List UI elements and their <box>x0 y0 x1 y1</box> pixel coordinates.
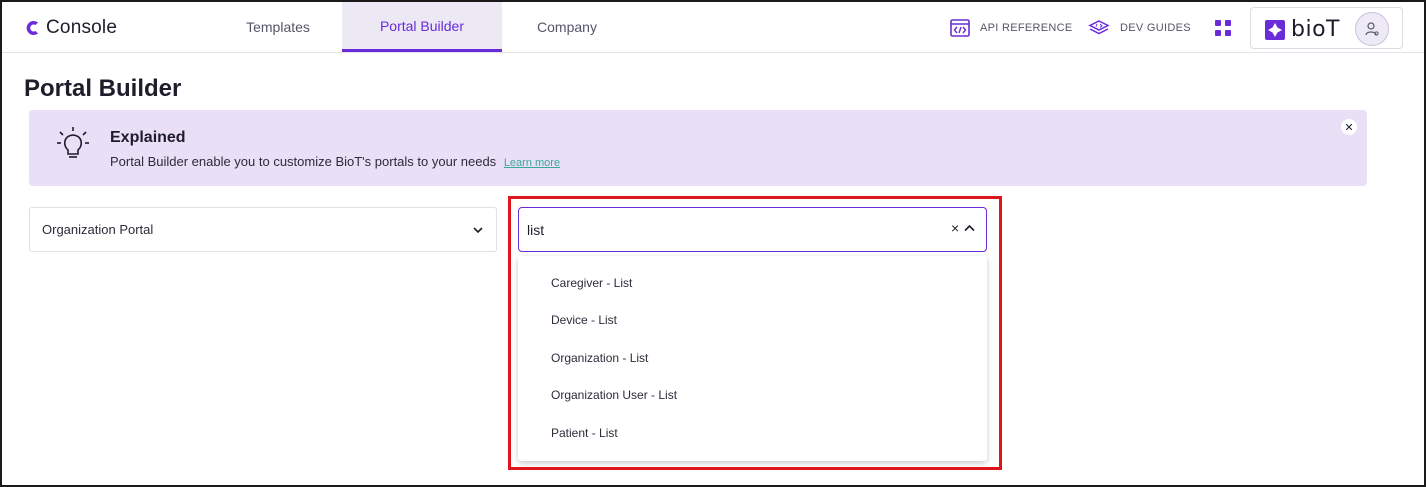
biot-logo-icon <box>1265 19 1285 40</box>
tab-portal-builder[interactable]: Portal Builder <box>342 2 502 52</box>
biot-logo: bioT <box>1265 17 1340 42</box>
code-window-icon <box>950 19 970 37</box>
portal-select-value: Organization Portal <box>42 222 154 237</box>
search-results-dropdown: Caregiver - List Device - List Organizat… <box>518 256 987 461</box>
brand-name: bioT <box>1291 17 1340 42</box>
tab-portal-builder-label: Portal Builder <box>379 17 465 34</box>
dev-guides-link[interactable]: DEV GUIDES <box>1088 16 1191 40</box>
list-item[interactable]: Patient - List <box>518 414 987 451</box>
list-item[interactable]: Caregiver - List <box>518 264 987 301</box>
search-input[interactable] <box>527 220 927 240</box>
list-item[interactable]: Organization - List <box>518 339 987 376</box>
banner-text: Portal Builder enable you to customize B… <box>110 154 560 169</box>
lightbulb-icon <box>57 127 89 158</box>
api-reference-link[interactable]: API REFERENCE <box>950 16 1073 40</box>
app-name: Console <box>46 17 118 38</box>
chevron-up-icon[interactable] <box>963 222 976 235</box>
layers-icon <box>1088 20 1110 35</box>
dev-guides-label: DEV GUIDES <box>1120 22 1191 34</box>
portal-select[interactable]: Organization Portal <box>29 207 497 252</box>
console-logo-icon <box>26 21 38 35</box>
list-item[interactable]: Organization User - List <box>518 376 987 413</box>
apps-grid-icon[interactable] <box>1215 20 1231 36</box>
tab-templates[interactable]: Templates <box>213 2 343 52</box>
close-icon[interactable]: ✕ <box>1341 119 1357 135</box>
tab-templates-label: Templates <box>246 19 310 35</box>
user-icon <box>1365 22 1379 36</box>
user-avatar[interactable] <box>1355 12 1389 46</box>
chevron-down-icon <box>473 227 483 234</box>
tab-company[interactable]: Company <box>502 2 632 52</box>
tab-company-label: Company <box>537 19 597 35</box>
account-box: bioT <box>1250 7 1403 49</box>
banner-title: Explained <box>110 129 186 146</box>
list-item[interactable]: Device - List <box>518 301 987 338</box>
explained-banner: Explained Portal Builder enable you to c… <box>29 110 1367 186</box>
learn-more-link[interactable]: Learn more <box>504 157 560 169</box>
banner-description: Portal Builder enable you to customize B… <box>110 154 497 169</box>
api-reference-label: API REFERENCE <box>980 22 1073 34</box>
page-search-field[interactable]: × <box>518 207 987 252</box>
clear-icon[interactable]: × <box>951 219 959 237</box>
top-navigation-bar: Console Templates Portal Builder Company… <box>2 2 1424 53</box>
console-logo[interactable]: Console <box>26 16 117 40</box>
page-title: Portal Builder <box>24 75 182 102</box>
